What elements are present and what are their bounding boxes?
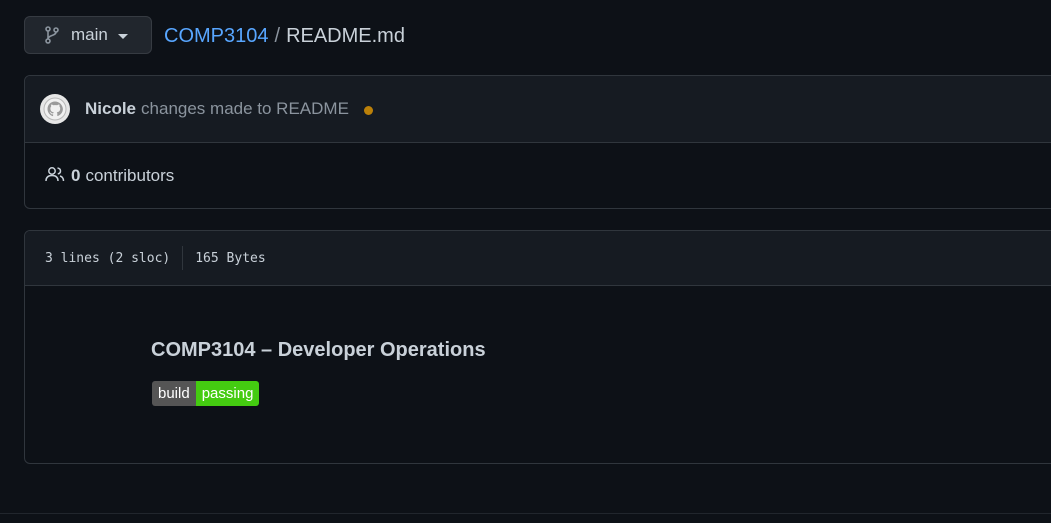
divider — [0, 513, 1051, 514]
branch-name: main — [71, 25, 108, 44]
readme-heading: COMP3104 – Developer Operations — [151, 339, 486, 361]
git-branch-icon — [45, 26, 59, 44]
commit-status-dot-icon[interactable] — [363, 105, 373, 115]
file-size: 165 Bytes — [195, 250, 266, 266]
people-icon — [45, 166, 65, 187]
file-info-header: 3 lines (2 sloc) 165 Bytes — [25, 231, 1051, 286]
contributors-label: contributors — [85, 166, 175, 185]
commit-message[interactable]: changes made to README — [141, 99, 349, 119]
breadcrumb-separator: / — [274, 25, 281, 47]
breadcrumb-file-name: README.md — [286, 25, 405, 47]
contributors-link[interactable]: 0 contributors — [25, 143, 1051, 208]
breadcrumb: COMP3104 / README.md — [164, 25, 405, 48]
badge-label: build — [152, 381, 196, 406]
contributors-count: 0 — [71, 166, 81, 185]
commit-box: Nicole changes made to README 0 contribu… — [24, 75, 1051, 209]
file-info-divider — [182, 246, 184, 270]
avatar[interactable] — [40, 94, 70, 124]
file-line-count: 3 lines (2 sloc) — [45, 250, 171, 266]
readme-content: COMP3104 – Developer Operations build pa… — [25, 286, 1051, 463]
breadcrumb-repo-link[interactable]: COMP3104 — [164, 25, 269, 48]
latest-commit-row: Nicole changes made to README — [25, 76, 1051, 143]
commit-author[interactable]: Nicole — [85, 99, 136, 119]
branch-select-button[interactable]: main — [24, 16, 152, 54]
github-avatar-icon — [43, 97, 67, 121]
chevron-down-icon — [117, 33, 128, 39]
page: main COMP3104 / README.md Nicole changes… — [0, 0, 1051, 523]
file-viewer: 3 lines (2 sloc) 165 Bytes COMP3104 – De… — [24, 230, 1051, 464]
badge-status: passing — [195, 381, 260, 406]
build-status-badge[interactable]: build passing — [152, 381, 260, 406]
